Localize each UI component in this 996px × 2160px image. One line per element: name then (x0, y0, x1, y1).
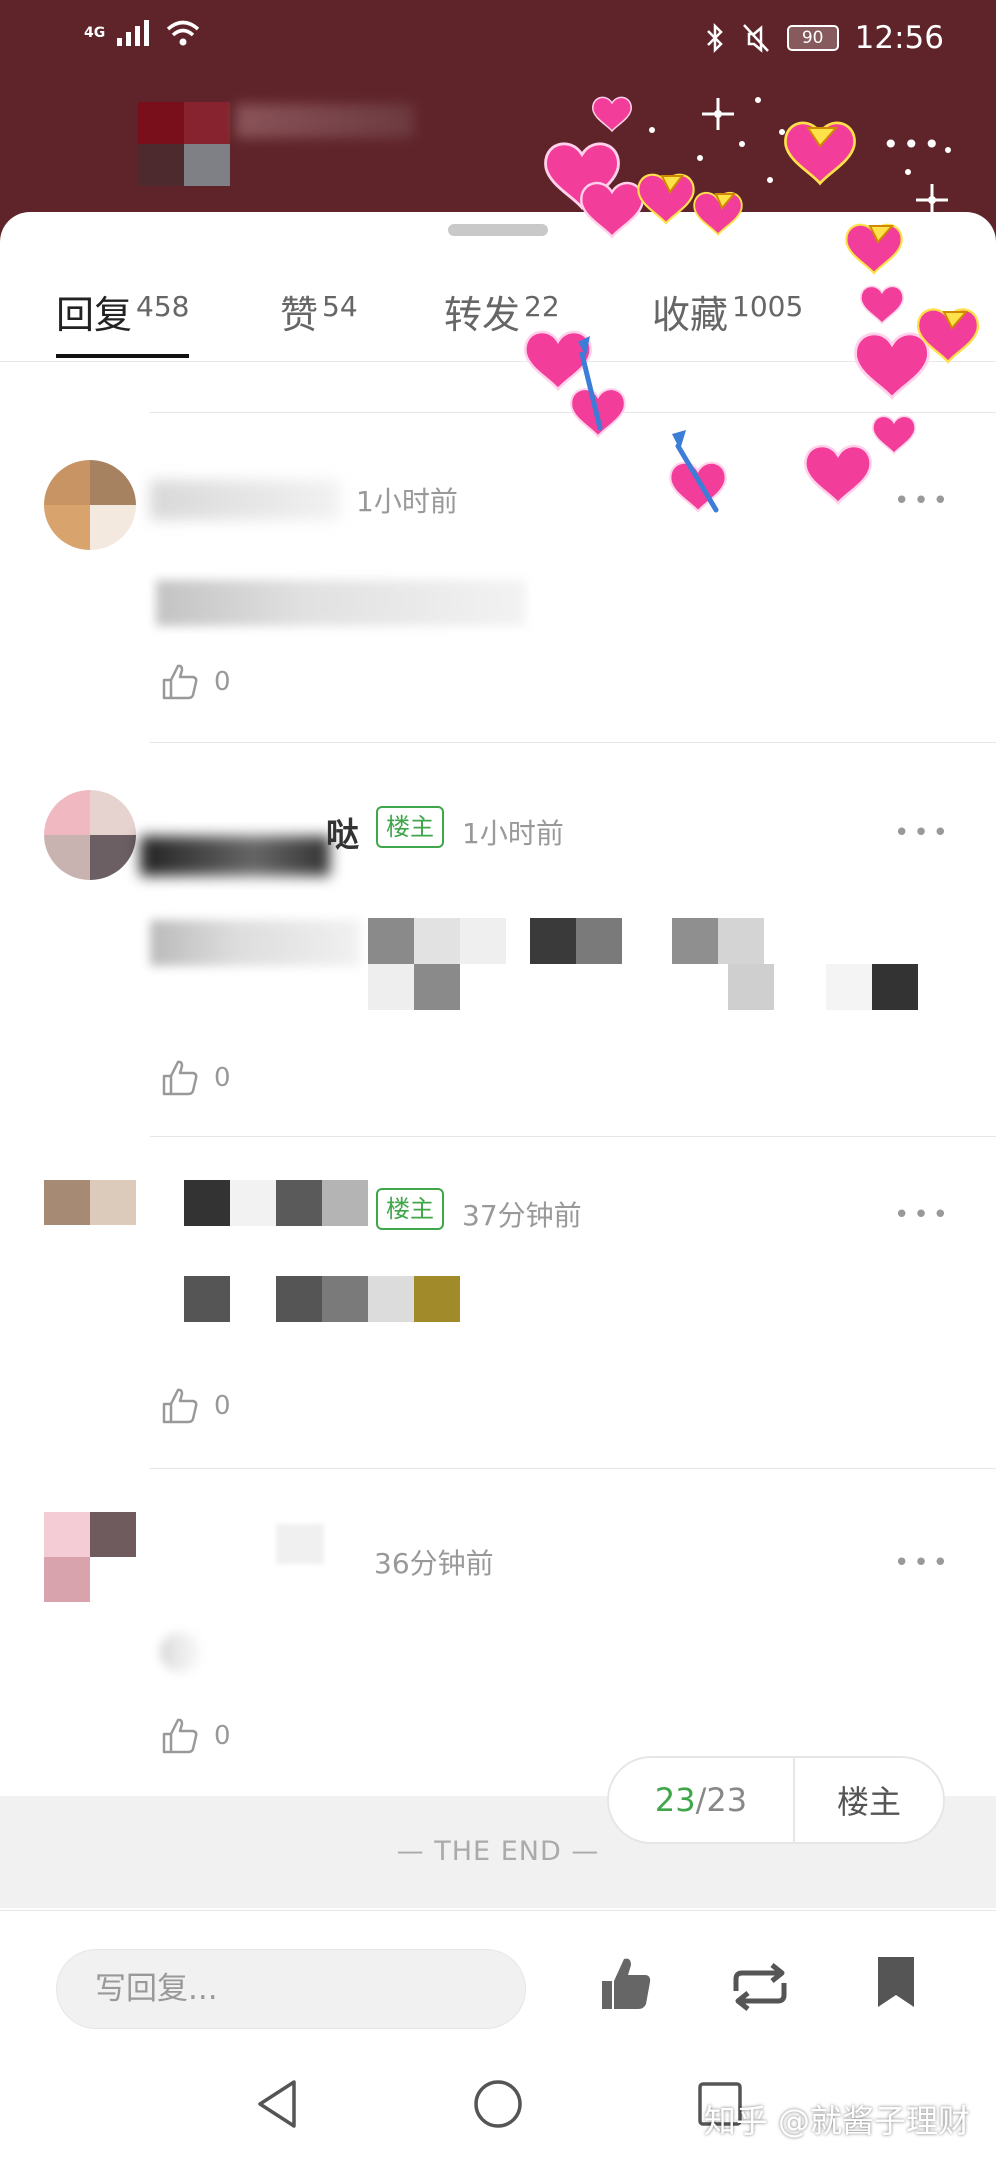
comment-text-blurred (150, 920, 360, 966)
tab-count: 458 (136, 290, 190, 323)
floor-counter[interactable]: 23/23 (609, 1756, 795, 1844)
commenter-name-tail: 哒 (326, 815, 359, 854)
tab-label: 收藏 (652, 293, 729, 337)
tab-count: 22 (524, 290, 560, 323)
comment-text-blurred (156, 580, 526, 626)
op-badge: 楼主 (376, 1188, 444, 1230)
tab-likes[interactable]: 赞 54 (280, 284, 358, 344)
sheet-drag-handle[interactable] (448, 224, 548, 236)
commenter-avatar[interactable] (44, 1512, 136, 1602)
repost-icon[interactable] (728, 1961, 792, 2013)
battery-indicator: 90 (786, 25, 839, 51)
commenter-name-mosaic (184, 1180, 368, 1226)
op-badge: 楼主 (376, 806, 444, 848)
reply-input[interactable]: 写回复... (56, 1949, 526, 2029)
comment-time: 37分钟前 (462, 1199, 582, 1232)
current-floor: 23 (654, 1781, 696, 1819)
comment-time: 1小时前 (356, 485, 458, 518)
comment-time: 36分钟前 (374, 1547, 494, 1580)
total-floors: 23 (706, 1781, 748, 1819)
like-icon[interactable] (600, 1955, 652, 2013)
tab-label: 回复 (56, 293, 133, 337)
like-count: 0 (214, 1721, 231, 1751)
system-nav-bar: 知乎 @就酱子理财 (0, 2060, 996, 2160)
comment-more-icon[interactable]: ••• (894, 486, 952, 516)
comment-item[interactable]: 1小时前 ••• 0 (0, 412, 996, 742)
home-icon[interactable] (472, 2076, 524, 2132)
comment-item[interactable]: 楼主 37分钟前 ••• 0 (0, 1136, 996, 1468)
commenter-name-blurred (150, 480, 340, 520)
author-name-blurred (236, 104, 414, 138)
like-count: 0 (214, 1063, 231, 1093)
tab-label: 转发 (444, 293, 521, 337)
commenter-avatar[interactable] (44, 460, 136, 550)
thumbs-up-icon (162, 1060, 198, 1096)
comment-text-mosaic (368, 964, 918, 1010)
comments-sheet: 回复 458 赞 54 转发 22 收藏 1005 1小时前 ••• 0 哒 楼… (0, 212, 996, 2160)
comment-emoji-blurred (160, 1632, 200, 1672)
floor-separator: / (695, 1781, 707, 1819)
watermark: 知乎 @就酱子理财 (703, 2102, 970, 2140)
comment-item[interactable]: 哒 楼主 1小时前 ••• 0 (0, 742, 996, 1136)
commenter-avatar[interactable] (44, 790, 136, 880)
floor-navigator: 23/23 楼主 (607, 1756, 945, 1844)
tab-reposts[interactable]: 转发 22 (444, 284, 560, 344)
comment-more-icon[interactable]: ••• (894, 1548, 952, 1578)
bottom-action-bar: 写回复... (0, 1910, 996, 2060)
op-only-button[interactable]: 楼主 (795, 1777, 943, 1823)
comment-more-icon[interactable]: ••• (894, 818, 952, 848)
tab-count: 54 (322, 290, 358, 323)
thumbs-up-icon (162, 1718, 198, 1754)
wifi-icon (167, 20, 200, 46)
like-button[interactable]: 0 (160, 1386, 231, 1426)
signal-icon (117, 20, 150, 46)
author-avatar[interactable] (138, 102, 230, 186)
thumbs-up-icon (162, 664, 198, 700)
commenter-avatar[interactable] (44, 1180, 136, 1226)
like-count: 0 (214, 1391, 231, 1421)
like-count: 0 (214, 667, 231, 697)
status-bar: 4G 90 12:56 (0, 0, 996, 80)
like-button[interactable]: 0 (160, 1058, 231, 1098)
thumbs-up-icon (162, 1388, 198, 1424)
tab-favorites[interactable]: 收藏 1005 (652, 284, 803, 344)
mute-icon (742, 24, 769, 53)
comment-text-mosaic (368, 918, 764, 964)
more-icon[interactable]: ••• (882, 128, 944, 161)
back-icon[interactable] (252, 2076, 302, 2132)
comment-text-mosaic (184, 1276, 460, 1322)
network-type-label: 4G (84, 25, 106, 41)
tab-replies[interactable]: 回复 458 (56, 284, 190, 358)
post-header: ••• (0, 80, 996, 220)
bookmark-icon[interactable] (876, 1955, 916, 2009)
like-button[interactable]: 0 (160, 662, 231, 702)
comment-time: 1小时前 (462, 817, 564, 850)
bluetooth-icon (706, 22, 723, 54)
comment-more-icon[interactable]: ••• (894, 1200, 952, 1230)
comment-item[interactable]: 36分钟前 ••• 0 (0, 1468, 996, 1798)
commenter-name-blurred (276, 1524, 324, 1564)
tab-label: 赞 (280, 293, 319, 337)
commenter-name-blurred (140, 836, 330, 876)
tab-count: 1005 (732, 290, 804, 323)
clock: 12:56 (854, 20, 944, 56)
like-button[interactable]: 0 (160, 1716, 231, 1756)
tab-bar: 回复 458 赞 54 转发 22 收藏 1005 (0, 260, 996, 362)
